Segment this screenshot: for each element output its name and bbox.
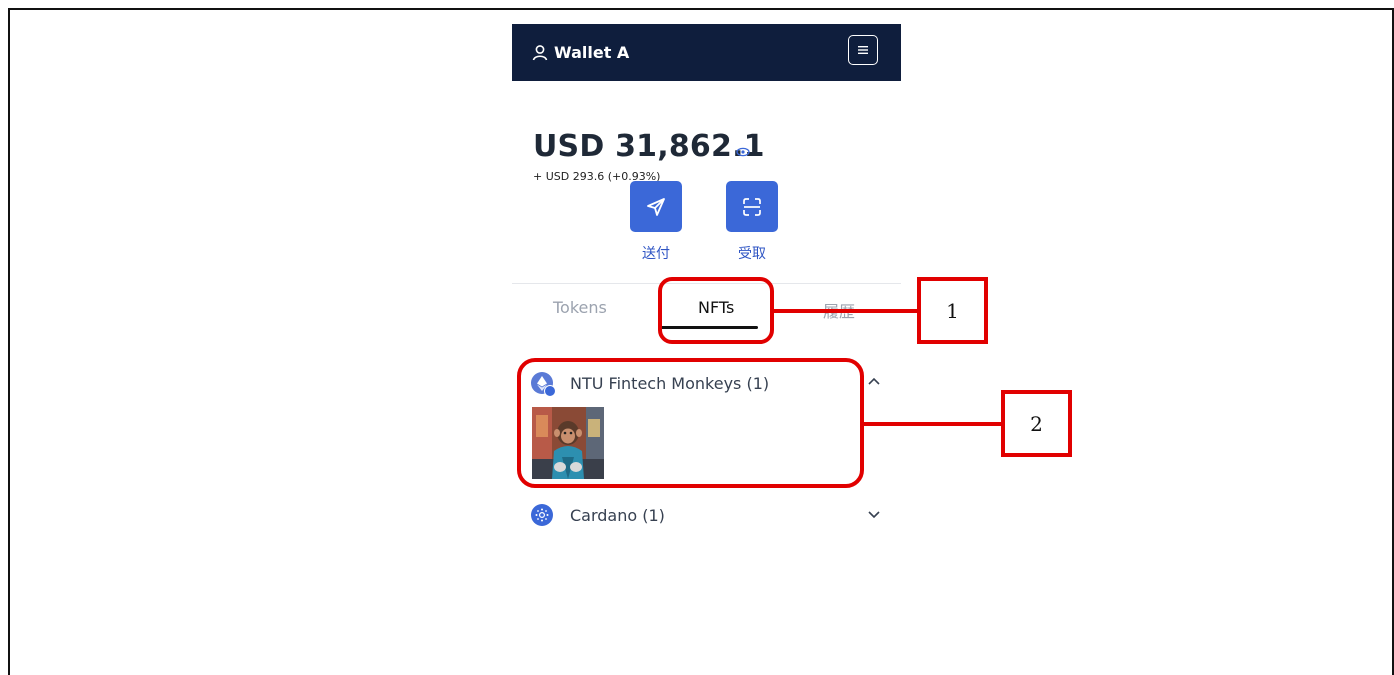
wallet-name[interactable]: Wallet A — [554, 43, 629, 62]
send-label: 送付 — [642, 246, 670, 262]
receive-label: 受取 — [738, 246, 766, 262]
annotation-connector-1 — [772, 309, 920, 313]
annotation-label-2: 2 — [1001, 390, 1072, 457]
collection-cardano[interactable]: Cardano (1) — [531, 501, 881, 529]
send-button[interactable] — [630, 181, 682, 232]
annotation-highlight-2 — [517, 358, 864, 488]
send-icon — [647, 197, 665, 216]
annotation-connector-2 — [862, 422, 1004, 426]
user-icon — [532, 44, 548, 62]
header-bar: Wallet A — [512, 24, 901, 81]
chevron-up-icon[interactable] — [867, 375, 881, 389]
menu-button[interactable] — [848, 35, 878, 65]
annotation-label-1: 1 — [917, 277, 988, 344]
balance-amount: USD 31,862.1 — [533, 129, 765, 164]
annotation-highlight-1 — [658, 277, 774, 344]
menu-icon — [858, 46, 868, 54]
receive-button[interactable] — [726, 181, 778, 232]
tab-tokens[interactable]: Tokens — [553, 298, 607, 317]
eye-icon[interactable] — [736, 142, 750, 157]
chevron-down-icon[interactable] — [867, 507, 881, 521]
collection-name: Cardano (1) — [570, 505, 665, 525]
scan-icon — [743, 197, 761, 216]
cardano-icon — [531, 504, 553, 526]
